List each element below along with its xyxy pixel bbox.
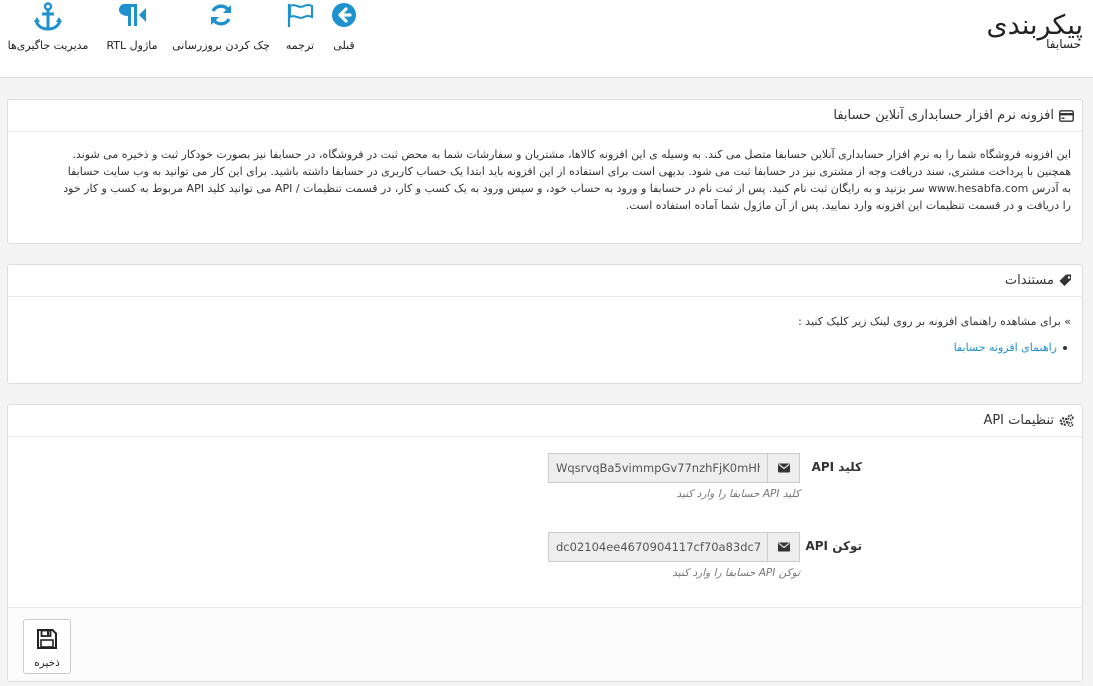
breadcrumb: حسابفا xyxy=(1046,37,1081,51)
panel-footer: ذخیره xyxy=(8,607,1082,681)
anchor-icon xyxy=(4,2,92,36)
api-panel-title: تنظیمات API xyxy=(983,413,1054,428)
docs-panel-title: مستندات xyxy=(1004,273,1054,288)
docs-guide-link[interactable]: راهنمای افزونه حسابفا xyxy=(954,341,1057,354)
api-token-group xyxy=(548,532,800,562)
intro-line: به آدرس www.hesabfa.com سر بزنید و به را… xyxy=(63,182,1071,195)
flag-icon xyxy=(282,2,318,36)
cogs-icon xyxy=(1059,414,1074,427)
save-button[interactable]: ذخیره xyxy=(23,619,71,674)
intro-panel: افزونه نرم افزار حسابداری آنلاین حسابفا … xyxy=(7,99,1083,244)
rtl-module-button[interactable]: ماژول RTL xyxy=(104,0,160,52)
arrow-circle-left-icon xyxy=(330,2,358,36)
intro-line: این افزونه فروشگاه شما را به نرم افزار ح… xyxy=(72,148,1071,161)
top-header: پیکربندی حسابفا قبلی ترجمه چک کردن بروزر… xyxy=(0,0,1093,78)
api-token-help: توکن API حسابفا را وارد کنید xyxy=(672,567,800,579)
envelope-icon xyxy=(767,453,800,483)
intro-panel-title: افزونه نرم افزار حسابداری آنلاین حسابفا xyxy=(833,108,1054,123)
docs-body: » برای مشاهده راهنمای افزونه بر روی لینک… xyxy=(8,297,1082,366)
docs-intro: » برای مشاهده راهنمای افزونه بر روی لینک… xyxy=(798,315,1071,328)
translate-button[interactable]: ترجمه xyxy=(282,0,318,52)
docs-list: راهنمای افزونه حسابفا xyxy=(19,339,1071,356)
api-key-label: کلید API xyxy=(811,460,862,474)
api-key-help: کلید API حسابفا را وارد کنید xyxy=(676,488,800,500)
credit-card-icon xyxy=(1059,109,1074,122)
back-button[interactable]: قبلی xyxy=(330,0,358,52)
intro-line: همچنین با پرداخت مشتری، سند دریافت وجه ا… xyxy=(67,165,1071,178)
manage-positions-button[interactable]: مدیریت جاگیری‌ها xyxy=(4,0,92,52)
check-update-button[interactable]: چک کردن بروزرسانی xyxy=(172,0,270,52)
envelope-icon xyxy=(767,532,800,562)
tag-icon xyxy=(1059,274,1074,287)
intro-text: این افزونه فروشگاه شما را به نرم افزار ح… xyxy=(8,132,1082,224)
api-settings-panel: تنظیمات API کلید API کلید API حسابفا را … xyxy=(7,404,1083,682)
intro-line: را دریافت و در قسمت تنظیمات این افزونه و… xyxy=(625,199,1071,212)
paragraph-rtl-icon xyxy=(104,2,160,36)
docs-panel-heading: مستندات xyxy=(8,265,1082,297)
api-panel-heading: تنظیمات API xyxy=(8,405,1082,437)
api-key-group xyxy=(548,453,800,483)
api-key-input[interactable] xyxy=(548,453,767,483)
docs-panel: مستندات » برای مشاهده راهنمای افزونه بر … xyxy=(7,264,1083,384)
refresh-icon xyxy=(172,2,270,36)
api-token-label: توکن API xyxy=(805,539,862,553)
save-icon xyxy=(24,628,70,654)
intro-panel-heading: افزونه نرم افزار حسابداری آنلاین حسابفا xyxy=(8,100,1082,132)
list-item: راهنمای افزونه حسابفا xyxy=(19,339,1067,356)
api-token-input[interactable] xyxy=(548,532,767,562)
save-button-label: ذخیره xyxy=(34,657,60,669)
